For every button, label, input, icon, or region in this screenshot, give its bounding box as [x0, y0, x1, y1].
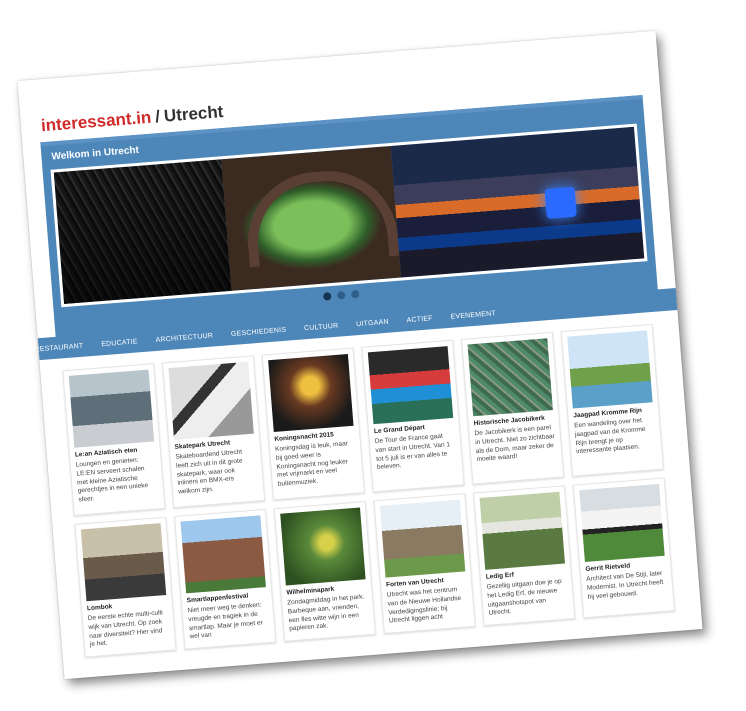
- card-wilhelminapark[interactable]: Wilhelminapark Zondagmiddag in het park.…: [273, 501, 376, 642]
- card-image: [379, 499, 466, 578]
- card-text: Niet meer weg te denken: vreugde en trag…: [187, 601, 264, 641]
- card-text: De Jacobikerk is een parel in Utrecht. N…: [474, 424, 556, 464]
- card-image: [268, 353, 354, 433]
- hero-title: Welkom in Utrecht: [51, 144, 140, 163]
- card-text: Gezellig uitgaan doe je op het Ledig Erf…: [486, 577, 562, 617]
- slider-dot-3[interactable]: [350, 289, 360, 299]
- slider-dot-1[interactable]: [322, 292, 332, 301]
- card-image: [467, 338, 553, 417]
- nav-item-uitgaan[interactable]: UITGAAN: [356, 318, 389, 328]
- card-text: Een wandeling over het jaagpad van de Kr…: [573, 417, 646, 456]
- card-image: [280, 507, 366, 586]
- card-image: [168, 361, 254, 440]
- card-text: De Tour de France gaat van start in Utre…: [374, 432, 451, 472]
- card-rietveld[interactable]: Gerrit Rietveld Architect van De Stijl, …: [572, 477, 676, 619]
- card-text: Skateboardend Utrecht leeft zich uit in …: [175, 448, 243, 496]
- card-image: [80, 523, 167, 602]
- card-text: Utrecht was het centrum van de Nieuwe Ho…: [386, 586, 462, 625]
- nav-item-actief[interactable]: ACTIEF: [406, 315, 433, 324]
- nav-item-evenement[interactable]: EVENEMENT: [450, 310, 496, 321]
- card-koningsnacht[interactable]: Koningsnacht 2015 Koningsdag is leuk, ma…: [261, 347, 365, 501]
- slider-dot-2[interactable]: [336, 290, 346, 300]
- nav-item-restaurant[interactable]: RESTAURANT: [34, 342, 83, 353]
- card-text: Zondagmiddag in het park. Barbeque aan, …: [286, 593, 365, 633]
- card-text: Architect van De Stijl, later Modernist.…: [586, 569, 664, 601]
- slide-image-canal-bridge: [221, 145, 402, 291]
- card-text: Koningsdag is leuk, maar bij goed weer i…: [274, 440, 349, 488]
- nav-item-educatie[interactable]: EDUCATIE: [101, 338, 138, 348]
- card-image: [68, 369, 155, 448]
- card-forten[interactable]: Forten van Utrecht Utrecht was het centr…: [373, 493, 476, 634]
- card-image: [567, 330, 653, 409]
- card-grand-depart[interactable]: Le Grand Départ De Tour de France gaat v…: [361, 339, 465, 493]
- card-image: [479, 491, 565, 570]
- card-image: [579, 483, 665, 562]
- image-slider[interactable]: [50, 123, 648, 308]
- site-name[interactable]: interessant.in: [40, 108, 152, 136]
- card-jaagpad[interactable]: Jaagpad Kromme Rijn Een wandeling over h…: [560, 323, 664, 477]
- card-jacobikerk[interactable]: Historische Jacobikerk De Jacobikerk is …: [461, 331, 565, 485]
- card-lombok[interactable]: Lombok De eerste echte multi-culti wijk …: [74, 516, 177, 658]
- card-lean[interactable]: Le:an Aziatisch eten Loungen en genieten…: [62, 363, 166, 516]
- page-sheet: interessant.in / Utrecht Welkom in Utrecht…: [17, 30, 703, 680]
- nav-item-geschiedenis[interactable]: GESCHIEDENIS: [231, 326, 287, 337]
- city-name: Utrecht: [163, 102, 225, 126]
- card-text: De eerste echte multi-culti wijk van Utr…: [87, 609, 164, 649]
- brand-separator: /: [154, 106, 161, 127]
- slide-image-bicycles: [53, 159, 232, 305]
- cards-grid: Le:an Aziatisch eten Loungen en genieten…: [62, 323, 683, 665]
- nav-item-architectuur[interactable]: ARCHITECTUUR: [155, 332, 213, 343]
- card-text: Loungen en genieten: LE:EN serveert scha…: [75, 456, 149, 504]
- nav-item-cultuur[interactable]: CULTUUR: [304, 322, 339, 332]
- card-image: [367, 346, 454, 425]
- card-smartlappenfestival[interactable]: Smartlappenfestival Niet meer weg te den…: [174, 508, 277, 650]
- card-image: [180, 515, 266, 594]
- card-skatepark[interactable]: Skatepark Utrecht Skateboardend Utrecht …: [161, 355, 266, 509]
- slider-dots: [322, 289, 360, 301]
- slide-image-night-canal: [390, 126, 645, 278]
- card-ledig-erf[interactable]: Ledig Erf Gezellig uitgaan doe je op het…: [473, 485, 576, 627]
